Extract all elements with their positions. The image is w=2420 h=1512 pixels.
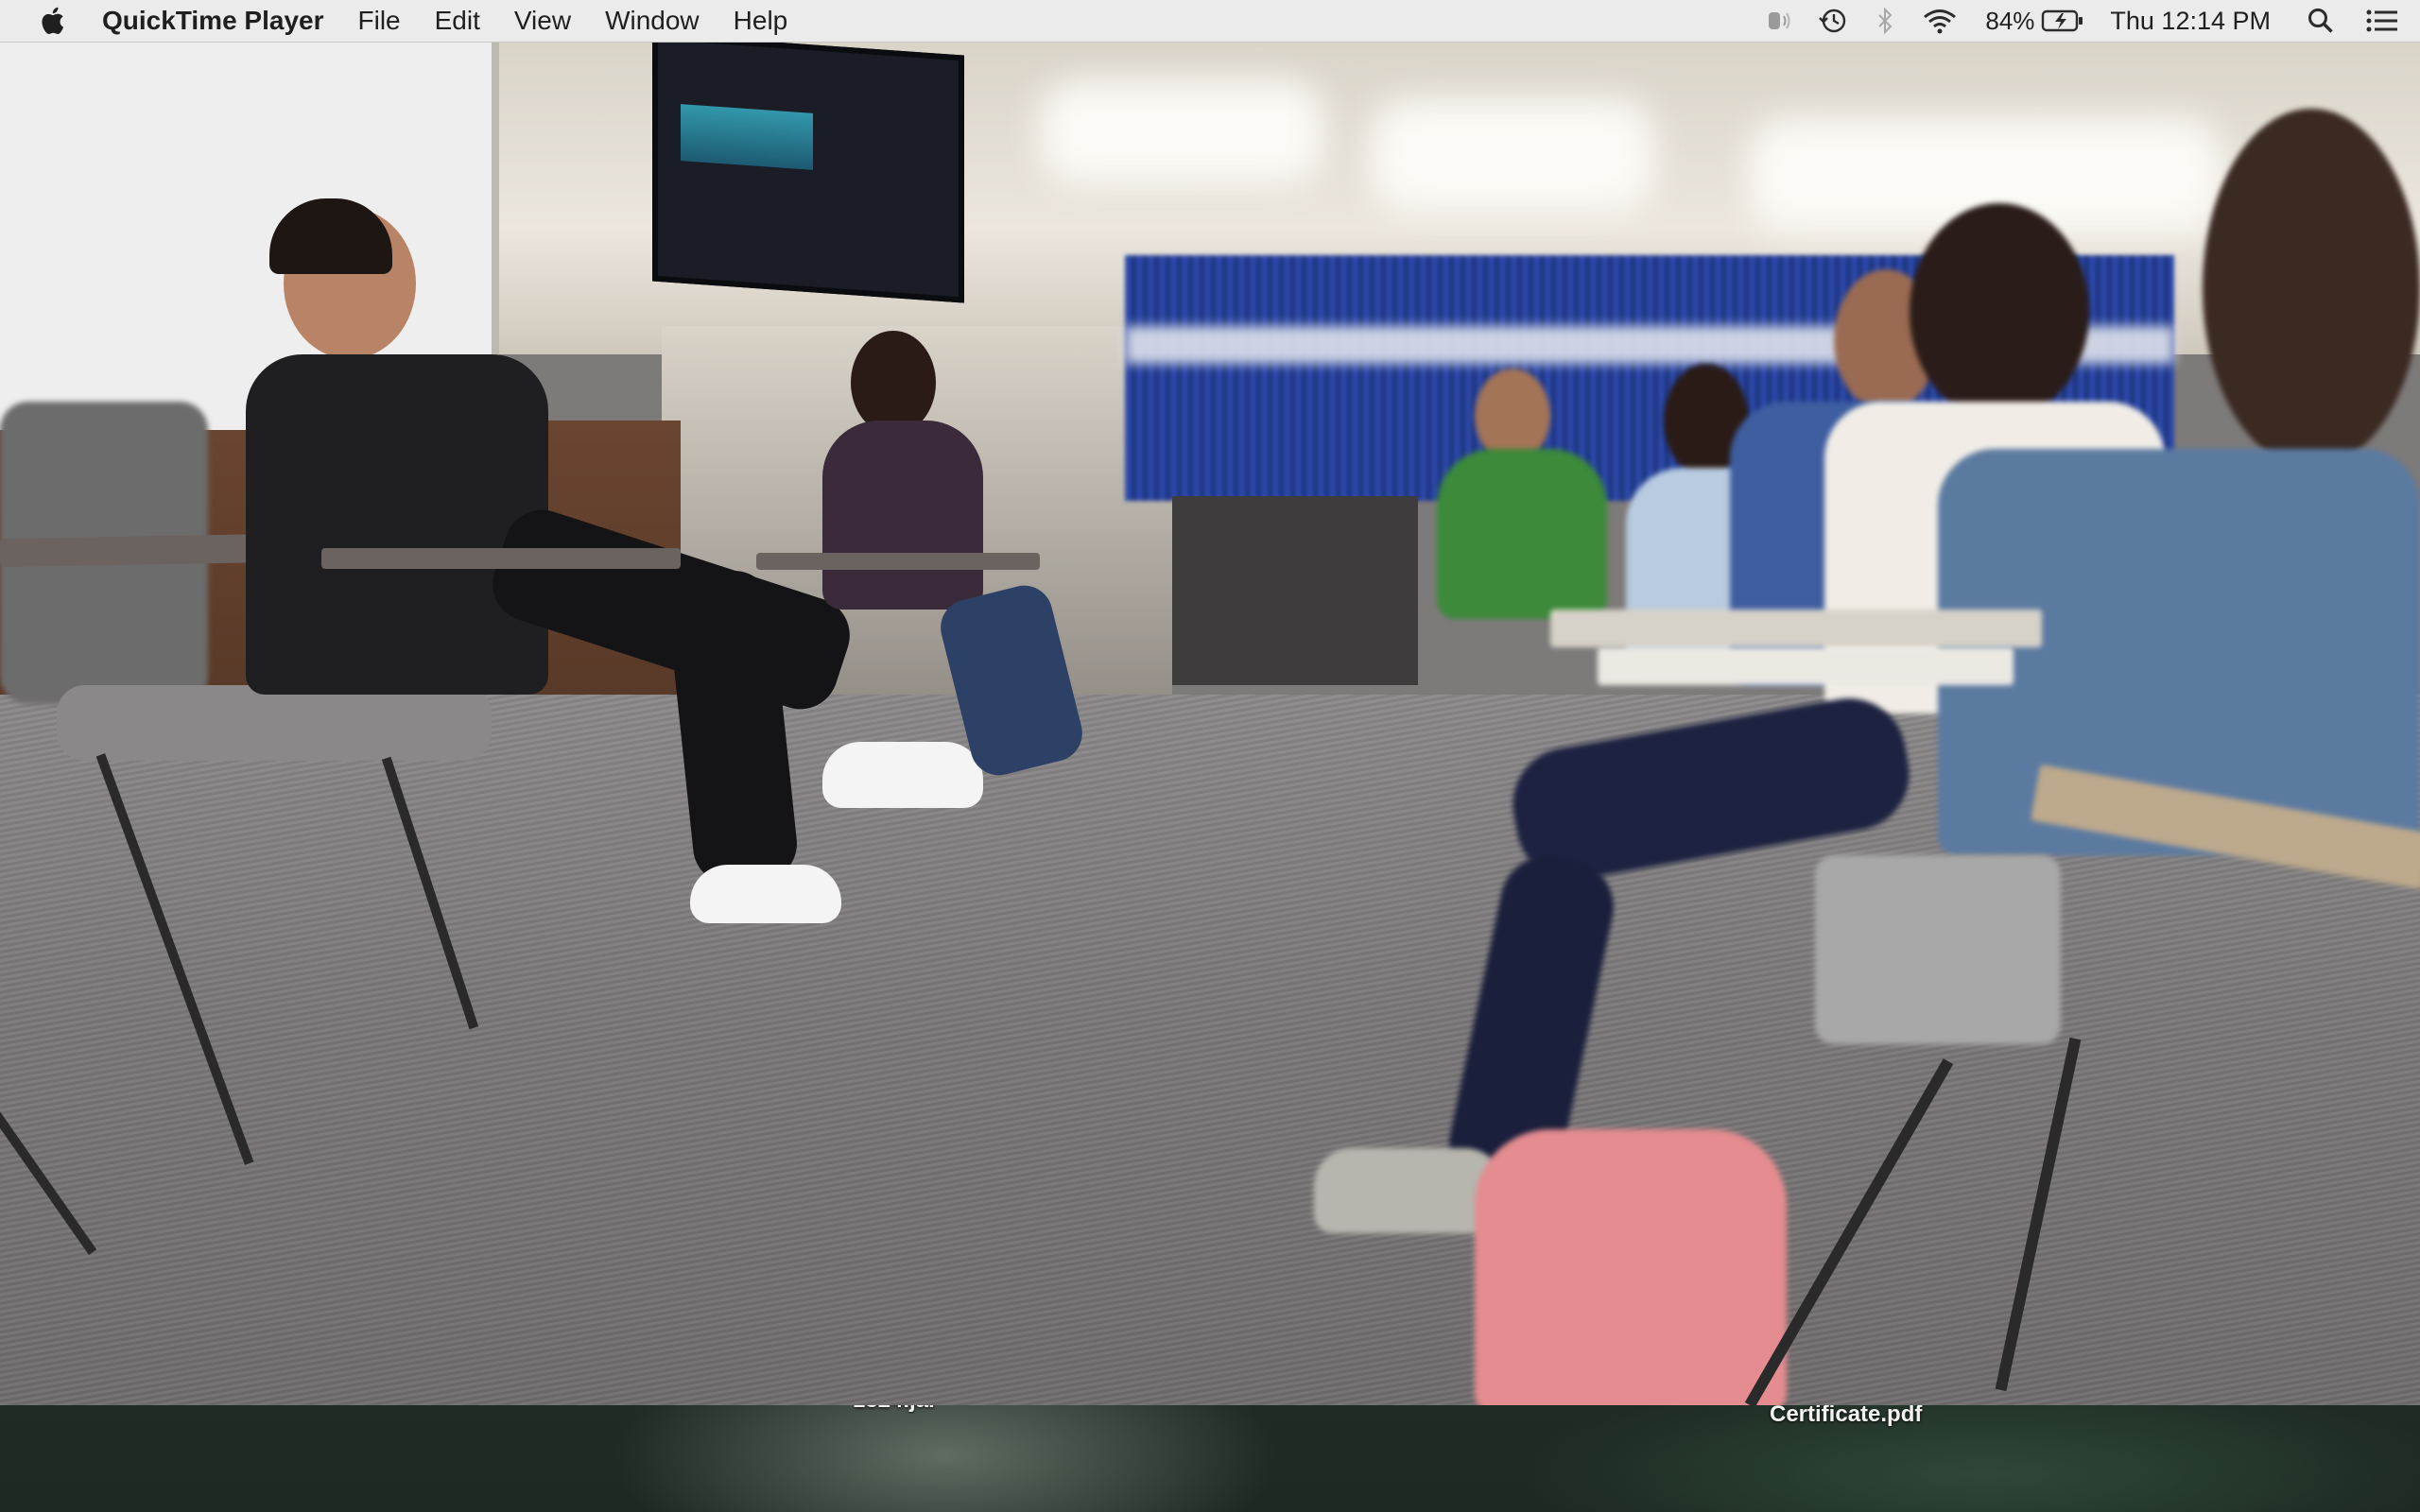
video-person-body [822,421,983,610]
menu-edit[interactable]: Edit [435,0,480,42]
video-person-body [1437,449,1607,619]
video-frame[interactable] [0,43,2420,1405]
status-area: 84% Thu 12:14 PM [1762,0,2420,42]
spotlight-search-icon[interactable] [2305,7,2337,35]
video-ceiling-light [1371,99,1654,213]
desktop-file-pdf[interactable]: Certificate.pdf [1770,1401,1922,1428]
menu-bar: QuickTime Player File Edit View Window H… [0,0,2420,43]
video-backpack [1475,1129,1787,1405]
bluetooth-icon[interactable] [1872,7,1898,35]
menu-file[interactable]: File [358,0,401,42]
video-laptop [1598,647,2014,685]
video-ceiling-light [1040,80,1323,184]
video-person-head [1910,203,2089,421]
apple-icon[interactable] [38,7,66,35]
video-sneaker [822,742,983,808]
menu-app-name[interactable]: QuickTime Player [102,0,324,42]
battery-percent[interactable]: 84% [1985,7,2034,36]
time-machine-icon[interactable] [1815,6,1851,36]
video-desk [756,553,1040,570]
video-sneaker [690,865,841,923]
video-tv-slide [681,104,813,170]
menu-clock[interactable]: Thu 12:14 PM [2110,7,2271,36]
wifi-icon[interactable] [1919,7,1961,35]
menu-view[interactable]: View [514,0,571,42]
menu-window[interactable]: Window [605,0,700,42]
video-person-body [246,354,548,695]
siri-volume-icon[interactable] [1762,7,1796,35]
menu-help[interactable]: Help [734,0,788,42]
video-person-head [851,331,936,435]
video-tv-screen [652,43,964,303]
desktop-file-label: Certificate.pdf [1770,1401,1923,1427]
video-cup-holder [1815,855,2061,1044]
video-desk [1550,610,2042,647]
video-desk [321,548,681,569]
battery-charging-icon[interactable] [2040,8,2085,34]
notification-center-icon[interactable] [2363,9,2401,33]
video-person-head [2203,109,2420,468]
video-chair-seat [57,685,492,761]
video-counter [1172,496,1418,685]
